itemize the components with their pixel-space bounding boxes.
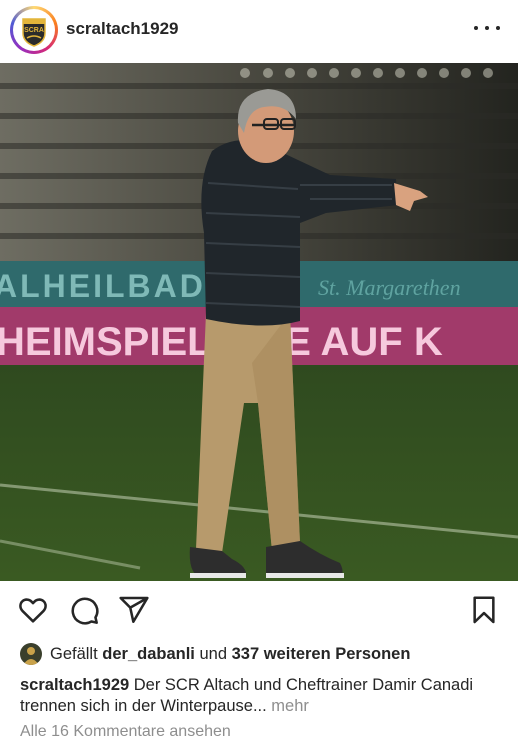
bookmark-icon[interactable] bbox=[468, 594, 500, 626]
caption-more-link[interactable]: mehr bbox=[267, 697, 309, 715]
post-photo[interactable]: ALHEILBAD St. Margarethen HEIMSPIEL LIVE… bbox=[0, 63, 518, 581]
coach-photo: ALHEILBAD St. Margarethen HEIMSPIEL LIVE… bbox=[0, 63, 518, 581]
post-username[interactable]: scraltach1929 bbox=[66, 19, 178, 39]
caption-username[interactable]: scraltach1929 bbox=[20, 676, 129, 694]
likes-middle: und bbox=[194, 644, 232, 663]
banner-top-right-text: St. Margarethen bbox=[318, 275, 461, 300]
heart-icon[interactable] bbox=[17, 594, 49, 626]
likes-prefix: Gefällt bbox=[50, 644, 98, 663]
post-header: SCRA scraltach1929 bbox=[0, 0, 518, 62]
likes-summary: Gefällt der_dabanli und 337 weiteren Per… bbox=[20, 641, 410, 667]
crest-text: SCRA bbox=[24, 27, 44, 34]
banner-top-text: ALHEILBAD bbox=[0, 268, 206, 304]
scr-altach-crest-icon: SCRA bbox=[15, 11, 53, 49]
liker-avatar[interactable] bbox=[20, 643, 42, 665]
likes-count[interactable]: 337 weiteren Personen bbox=[232, 645, 411, 664]
paper-plane-icon[interactable] bbox=[118, 594, 150, 626]
comment-icon[interactable] bbox=[68, 594, 100, 626]
post-actions bbox=[0, 590, 518, 634]
post-caption: scraltach1929 Der SCR Altach und Cheftra… bbox=[20, 675, 490, 717]
more-horizontal-icon[interactable] bbox=[474, 18, 500, 38]
profile-avatar[interactable]: SCRA bbox=[10, 6, 58, 54]
view-all-comments-link[interactable]: Alle 16 Kommentare ansehen bbox=[20, 723, 231, 741]
liker-username[interactable]: der_dabanli bbox=[102, 645, 195, 664]
